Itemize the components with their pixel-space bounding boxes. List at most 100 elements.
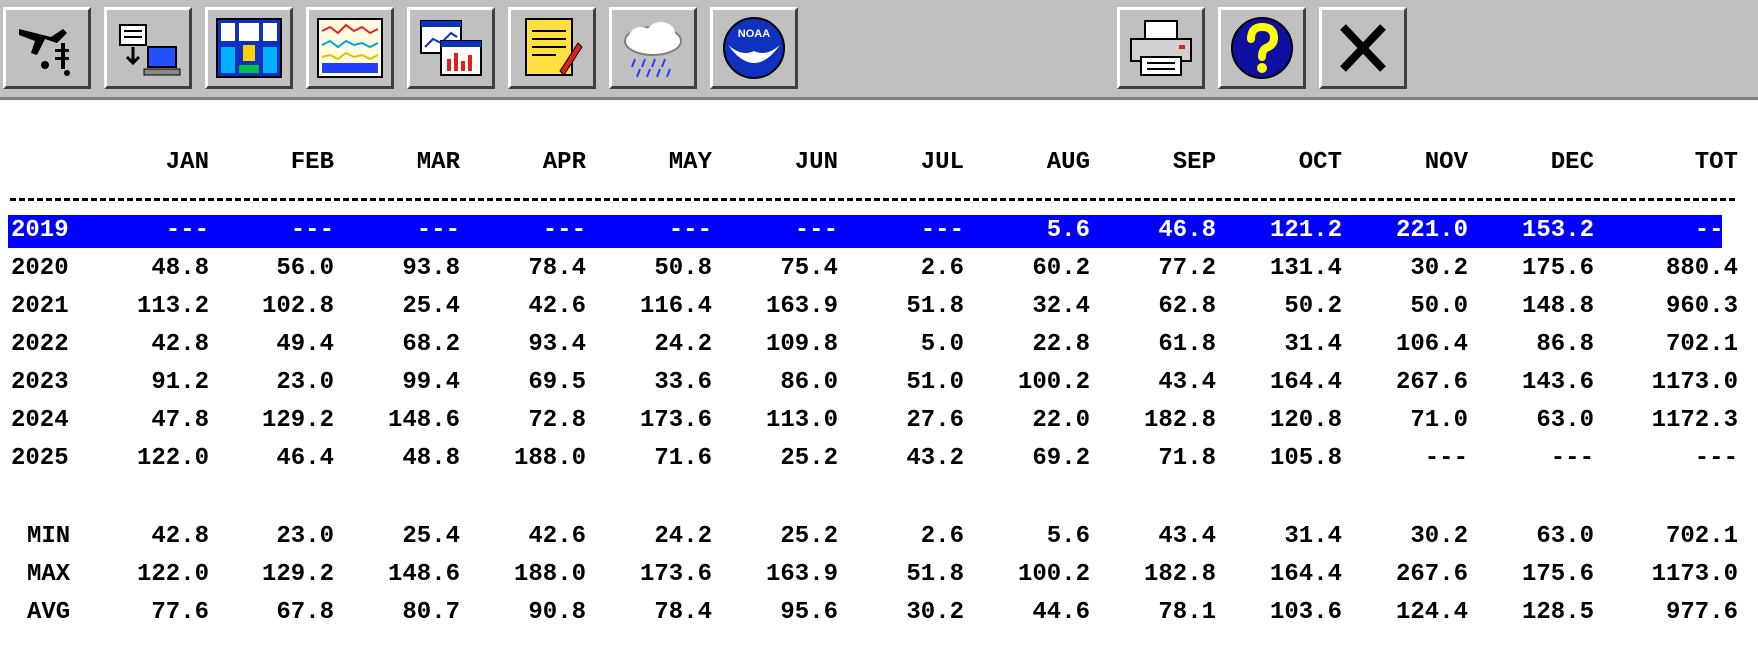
- table-header-row: JAN FEB MAR APR MAY JUN JUL AUG SEP OCT NOV DEC TOT: [0, 146, 1758, 180]
- cell-sep: 71.8: [1158, 445, 1216, 472]
- stat-mar: 80.7: [402, 599, 460, 626]
- cell-mar: 148.6: [387, 407, 460, 434]
- cell-tot: 702.1: [1665, 331, 1738, 358]
- precipitation-report: JAN FEB MAR APR MAY JUN JUL AUG SEP OCT NOV DEC TOT 2…: [0, 100, 1758, 666]
- stat-label: MIN: [27, 523, 71, 550]
- cell-tot: 1172.3: [1651, 407, 1738, 434]
- cell-sep: 43.4: [1158, 369, 1216, 396]
- cell-aug: 69.2: [1032, 445, 1090, 472]
- stat-jun: 163.9: [765, 561, 838, 588]
- column-header-mar: MAR: [416, 149, 460, 176]
- cell-feb: ---: [290, 217, 334, 244]
- stat-sep: 182.8: [1143, 561, 1216, 588]
- aircraft-data-icon: [19, 29, 70, 76]
- cell-nov: 30.2: [1410, 255, 1468, 282]
- column-header-jun: JUN: [794, 149, 838, 176]
- aircraft-data-button[interactable]: [3, 7, 91, 89]
- notepad-button[interactable]: [508, 7, 596, 89]
- year-row-2024[interactable]: 2024 47.8 129.2 148.6 72.8 173.6 113.0 27.6 22.0…: [0, 404, 1758, 438]
- help-button[interactable]: [1218, 7, 1306, 89]
- cell-jul: 5.0: [920, 331, 964, 358]
- stat-jul: 51.8: [906, 561, 964, 588]
- cell-feb: 129.2: [261, 407, 334, 434]
- year-row-2020[interactable]: 2020 48.8 56.0 93.8 78.4 50.8 75.4 2.6 60.2 77.2 1…: [0, 252, 1758, 286]
- data-download-icon: [119, 24, 181, 76]
- column-header-jul: JUL: [920, 149, 964, 176]
- stat-sep: 78.1: [1158, 599, 1216, 626]
- cell-nov: 50.0: [1410, 293, 1468, 320]
- cell-dec: 86.8: [1536, 331, 1594, 358]
- stat-aug: 100.2: [1017, 561, 1090, 588]
- cell-apr: ---: [542, 217, 586, 244]
- stat-apr: 90.8: [528, 599, 586, 626]
- column-header-aug: AUG: [1046, 149, 1090, 176]
- stat-feb: 67.8: [276, 599, 334, 626]
- column-header-apr: APR: [542, 149, 586, 176]
- cell-feb: 46.4: [276, 445, 334, 472]
- cell-aug: 100.2: [1017, 369, 1090, 396]
- noaa-button[interactable]: NOAA: [710, 7, 798, 89]
- line-graph-button[interactable]: [306, 7, 394, 89]
- cell-dec: 63.0: [1536, 407, 1594, 434]
- station-panel-button[interactable]: [205, 7, 293, 89]
- cell-oct: 50.2: [1284, 293, 1342, 320]
- data-download-button[interactable]: [104, 7, 192, 89]
- column-header-oct: OCT: [1298, 149, 1342, 176]
- cell-jul: 43.2: [906, 445, 964, 472]
- cell-mar: 68.2: [402, 331, 460, 358]
- stat-label: MAX: [27, 561, 71, 588]
- cell-oct: 121.2: [1269, 217, 1342, 244]
- cell-aug: 22.0: [1032, 407, 1090, 434]
- year-row-2022[interactable]: 2022 42.8 49.4 68.2 93.4 24.2 109.8 5.0 22.8 61.8…: [0, 328, 1758, 362]
- stat-jan: 122.0: [136, 561, 209, 588]
- cell-jul: 51.0: [906, 369, 964, 396]
- stat-oct: 31.4: [1284, 523, 1342, 550]
- cell-mar: 99.4: [402, 369, 460, 396]
- stat-label: AVG: [27, 599, 71, 626]
- charts-window-button[interactable]: [407, 7, 495, 89]
- header-divider: [10, 198, 1735, 201]
- printer-icon: [1130, 20, 1192, 76]
- stat-may: 173.6: [639, 561, 712, 588]
- cell-jul: ---: [920, 217, 964, 244]
- stat-row-max: MAX 122.0 129.2 148.6 188.0 173.6 163.9 51.8 100…: [0, 558, 1758, 592]
- year-row-2021[interactable]: 2021 113.2 102.8 25.4 42.6 116.4 163.9 51.8 32.4…: [0, 290, 1758, 324]
- cell-mar: 25.4: [402, 293, 460, 320]
- cell-sep: 46.8: [1158, 217, 1216, 244]
- close-button[interactable]: [1319, 7, 1407, 89]
- year-label: 2025: [11, 445, 69, 472]
- cell-mar: 93.8: [402, 255, 460, 282]
- stat-may: 78.4: [654, 599, 712, 626]
- cell-sep: 77.2: [1158, 255, 1216, 282]
- year-row-2023[interactable]: 2023 91.2 23.0 99.4 69.5 33.6 86.0 51.0 100.2 43.…: [0, 366, 1758, 400]
- column-header-dec: DEC: [1550, 149, 1594, 176]
- column-header-nov: NOV: [1424, 149, 1468, 176]
- cell-nov: 221.0: [1395, 217, 1468, 244]
- stat-aug: 5.6: [1046, 523, 1090, 550]
- stat-aug: 44.6: [1032, 599, 1090, 626]
- cell-may: 50.8: [654, 255, 712, 282]
- print-button[interactable]: [1117, 7, 1205, 89]
- notepad-icon: [525, 18, 583, 76]
- stat-nov: 30.2: [1410, 523, 1468, 550]
- cell-jan: 122.0: [136, 445, 209, 472]
- year-row-2025[interactable]: 2025 122.0 46.4 48.8 188.0 71.6 25.2 43.2 69.2 71…: [0, 442, 1758, 476]
- cell-apr: 78.4: [528, 255, 586, 282]
- rain-cloud-button[interactable]: [609, 7, 697, 89]
- cell-apr: 188.0: [513, 445, 586, 472]
- cell-jun: 75.4: [780, 255, 838, 282]
- cell-apr: 72.8: [528, 407, 586, 434]
- toolbar: NOAA: [0, 0, 1758, 100]
- help-icon: [1231, 17, 1293, 79]
- station-panel-icon: [216, 18, 282, 78]
- year-row-2019[interactable]: 2019 --- --- --- --- --- --- --- 5.6 46.8 121.2 221…: [0, 214, 1758, 248]
- cell-may: 116.4: [639, 293, 712, 320]
- cell-jul: 2.6: [920, 255, 964, 282]
- cell-apr: 42.6: [528, 293, 586, 320]
- cell-aug: 60.2: [1032, 255, 1090, 282]
- cell-nov: 267.6: [1395, 369, 1468, 396]
- stat-sep: 43.4: [1158, 523, 1216, 550]
- stat-may: 24.2: [654, 523, 712, 550]
- cell-jul: 51.8: [906, 293, 964, 320]
- cell-dec: 153.2: [1521, 217, 1594, 244]
